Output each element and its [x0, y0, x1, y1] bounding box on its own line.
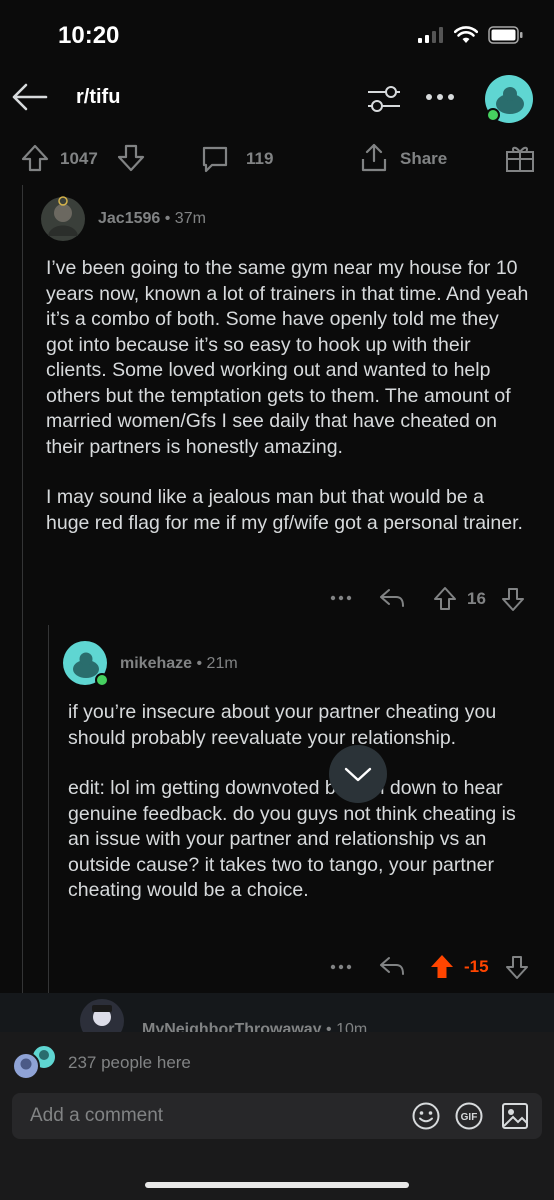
presence-text: 237 people here: [68, 1053, 191, 1072]
more-icon[interactable]: [424, 92, 456, 102]
comment-paragraph: edit: lol im getting downvoted but am do…: [68, 777, 516, 901]
comment-partial: MyNeighborThrowaway • 10m: [0, 993, 554, 1033]
comment-meta: mikehaze • 21m: [120, 655, 238, 672]
more-icon[interactable]: [330, 963, 352, 971]
subreddit-title[interactable]: r/tifu: [76, 86, 120, 109]
status-time: 10:20: [58, 22, 120, 49]
post-score: 1047: [60, 149, 98, 168]
downvote-icon[interactable]: [504, 954, 530, 980]
cellular-signal-icon: [418, 27, 443, 43]
comment-score: 16: [467, 589, 486, 608]
comment-body: if you’re insecure about your partner ch…: [68, 700, 528, 904]
comment-score: -15: [464, 957, 489, 976]
comment-username[interactable]: mikehaze: [120, 655, 192, 672]
comment-paragraph: I may sound like a jealous man but that …: [46, 486, 523, 534]
comment-meta: Jac1596 • 37m: [98, 210, 206, 227]
comment-avatar-myneighborthrowaway[interactable]: [78, 997, 126, 1033]
comment-icon[interactable]: [200, 144, 230, 174]
comment-paragraph: I’ve been going to the same gym near my …: [46, 257, 529, 458]
next-comment-button[interactable]: [329, 745, 387, 803]
comment-username[interactable]: Jac1596: [98, 210, 160, 227]
upvote-icon[interactable]: [428, 953, 456, 981]
more-icon[interactable]: [330, 594, 352, 602]
comment-paragraph: if you’re insecure about your partner ch…: [68, 701, 497, 749]
emoji-icon[interactable]: [411, 1101, 441, 1131]
reply-icon[interactable]: [378, 586, 406, 610]
gif-icon[interactable]: GIF: [454, 1101, 484, 1131]
upvote-icon[interactable]: [20, 143, 50, 173]
reply-icon[interactable]: [378, 954, 406, 978]
battery-icon: [488, 26, 523, 44]
filter-icon[interactable]: [366, 84, 402, 114]
presence-avatars: [12, 1044, 57, 1080]
image-icon[interactable]: [500, 1101, 530, 1131]
downvote-icon[interactable]: [116, 143, 146, 173]
home-indicator: [145, 1182, 409, 1188]
comment-age: 21m: [206, 655, 238, 672]
comment-age: 37m: [174, 210, 206, 227]
thread-line: [22, 185, 23, 1030]
status-icons: [418, 26, 524, 44]
comment-avatar-mikehaze[interactable]: [62, 640, 110, 688]
comment-input-placeholder: Add a comment: [30, 1105, 164, 1126]
share-icon[interactable]: [358, 142, 390, 174]
nested-thread-line: [48, 625, 49, 1030]
share-button[interactable]: Share: [400, 149, 447, 169]
back-arrow-icon[interactable]: [10, 82, 48, 112]
wifi-icon: [454, 26, 478, 43]
downvote-icon[interactable]: [500, 586, 526, 612]
award-icon[interactable]: [504, 142, 536, 174]
comment-body: I’ve been going to the same gym near my …: [46, 256, 530, 536]
comment-avatar-jac1596[interactable]: [40, 196, 86, 242]
svg-text:GIF: GIF: [461, 1112, 478, 1123]
comment-count[interactable]: 119: [246, 149, 273, 169]
upvote-icon[interactable]: [432, 586, 458, 612]
user-avatar[interactable]: [484, 74, 534, 124]
chevron-down-icon: [344, 767, 372, 782]
